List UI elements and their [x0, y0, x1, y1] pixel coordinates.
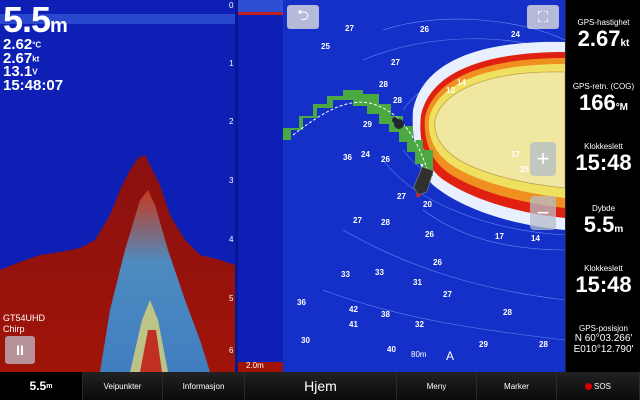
depth-sounding: 32: [415, 320, 424, 329]
depth-sounding: 40: [387, 345, 396, 354]
data-field-gps-speed[interactable]: GPS-hastighet 2.67kt: [566, 18, 640, 56]
depth-sounding: 26: [433, 258, 442, 267]
waypoints-button[interactable]: Veipunkter: [83, 372, 163, 400]
depth-sounding: 27: [397, 192, 406, 201]
range-label: 2.0m: [246, 361, 264, 370]
information-button[interactable]: Informasjon: [163, 372, 245, 400]
menu-button[interactable]: Meny: [397, 372, 477, 400]
depth-sounding: 14: [531, 234, 540, 243]
depth-sounding: 33: [375, 268, 384, 277]
depth-sounding: 28: [393, 96, 402, 105]
sos-button[interactable]: SOS: [557, 372, 640, 400]
data-field-time[interactable]: Klokkeslett 15:48: [566, 142, 640, 175]
fullscreen-icon: ⛶: [537, 8, 549, 26]
depth-sounding: 27: [345, 24, 354, 33]
depth-sounding: 28: [539, 340, 548, 349]
depth-sounding: 28: [503, 308, 512, 317]
depth-sounding: 20: [423, 200, 432, 209]
depth-sounding: 29: [479, 340, 488, 349]
depth-scale-label: 3: [229, 176, 234, 185]
depth-sounding: 26: [425, 230, 434, 239]
depth-sounding: 33: [341, 270, 350, 279]
fullscreen-button[interactable]: ⛶: [527, 5, 559, 29]
back-button[interactable]: ⮌: [287, 5, 319, 29]
nautical-chart: [283, 0, 565, 372]
depth-sounding: 26: [381, 155, 390, 164]
depth-sounding: 25: [321, 42, 330, 51]
depth-sounding: 28: [379, 80, 388, 89]
data-field-depth[interactable]: Dybde 5.5m: [566, 204, 640, 242]
depth-sounding: 30: [301, 336, 310, 345]
pause-button[interactable]: II: [5, 336, 35, 364]
data-field-time-2[interactable]: Klokkeslett 15:48: [566, 264, 640, 297]
sonar-depth: 5.5m: [3, 0, 68, 40]
north-arrow-icon: A: [446, 349, 455, 363]
back-arrow-icon: ⮌: [296, 6, 309, 24]
data-field-gps-position[interactable]: GPS-posisjon N 60°03.266' E010°12.790': [566, 324, 640, 355]
depth-sounding: 14: [457, 78, 466, 87]
depth-sounding: 25: [520, 165, 529, 174]
zoom-out-button[interactable]: −: [530, 196, 556, 230]
home-button[interactable]: Hjem: [245, 372, 397, 400]
depth-sounding: 36: [297, 298, 306, 307]
sonar-time: 15:48:07: [3, 76, 64, 94]
depth-scale-label: 5: [229, 294, 234, 303]
depth-scale-label: 4: [229, 235, 234, 244]
bottom-bar: 5.5 m Veipunkter Informasjon Hjem Meny Ma…: [0, 372, 640, 400]
depth-sounding: 17: [495, 232, 504, 241]
depth-sounding: 17: [511, 150, 520, 159]
depth-scale-label: 1: [229, 59, 234, 68]
transducer-label: GT54UHD Chirp: [3, 313, 46, 334]
chart-pane[interactable]: ⮌ ⛶ + − 27 26 25 24 27 14 13 28 28 29 36…: [283, 0, 565, 372]
depth-scale-label: 6: [229, 346, 234, 355]
depth-scale-label: 0: [229, 1, 234, 10]
depth-sounding: 36: [343, 153, 352, 162]
data-bar: GPS-hastighet 2.67kt GPS-retn. (COG) 166…: [565, 0, 640, 372]
depth-sounding: 27: [391, 58, 400, 67]
depth-scale-label: 2: [229, 117, 234, 126]
depth-sounding: 26: [420, 25, 429, 34]
map-scale: 80m: [411, 350, 427, 359]
depth-sounding: 13: [446, 86, 455, 95]
depth-sounding: 24: [361, 150, 370, 159]
depth-sounding: 41: [349, 320, 358, 329]
mark-button[interactable]: Marker: [477, 372, 557, 400]
sonar-pane[interactable]: 5.5m 2.62°C 2.67kt 13.1V 15:48:07 0 1 2 …: [0, 0, 283, 372]
depth-sounding: 38: [381, 310, 390, 319]
sos-icon: [585, 382, 593, 390]
depth-sounding: 27: [353, 216, 362, 225]
depth-sounding: 24: [511, 30, 520, 39]
depth-sounding: 42: [349, 305, 358, 314]
depth-sounding: 29: [363, 120, 372, 129]
depth-shortcut[interactable]: 5.5 m: [0, 372, 83, 400]
sonar-readouts: 5.5m 2.62°C 2.67kt 13.1V 15:48:07: [3, 0, 68, 94]
zoom-in-button[interactable]: +: [530, 142, 556, 176]
data-field-cog[interactable]: GPS-retn. (COG) 166°M: [566, 82, 640, 120]
depth-sounding: 28: [381, 218, 390, 227]
depth-sounding: 31: [413, 278, 422, 287]
depth-sounding: 27: [443, 290, 452, 299]
